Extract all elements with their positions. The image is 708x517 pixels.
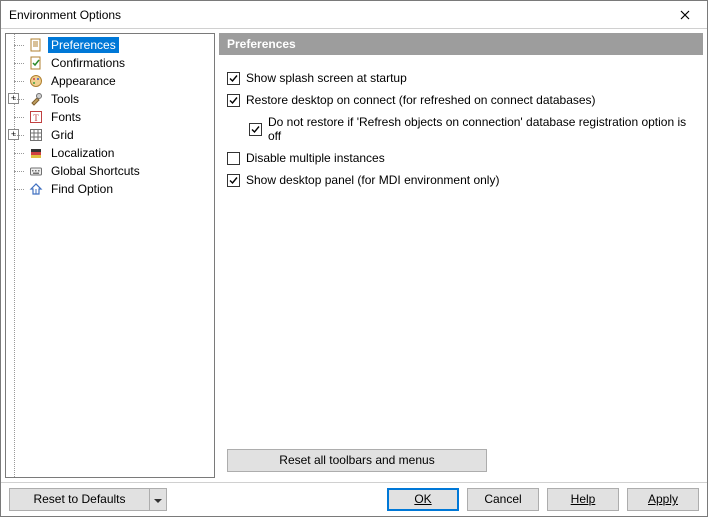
tree-item-grid[interactable]: +Grid [6,126,214,144]
options-area: Show splash screen at startup Restore des… [219,55,703,449]
keyboard-icon [28,163,44,179]
palette-icon [28,73,44,89]
tree-item-tools[interactable]: +Tools [6,90,214,108]
option-row: Show splash screen at startup [227,71,695,85]
tree-item-localization[interactable]: +Localization [6,144,214,162]
checkbox[interactable] [227,72,240,85]
tools-icon [28,91,44,107]
find-icon [28,181,44,197]
checkbox[interactable] [249,123,262,136]
font-icon: T [28,109,44,125]
tree-item-global-shortcuts[interactable]: +Global Shortcuts [6,162,214,180]
content-header: Preferences [219,33,703,55]
reset-toolbars-row: Reset all toolbars and menus [219,449,703,478]
checkbox[interactable] [227,174,240,187]
checkbox[interactable] [227,94,240,107]
tree-item-preferences[interactable]: +Preferences [6,36,214,54]
tree-item-label: Global Shortcuts [48,163,143,179]
tree-item-label: Grid [48,127,77,143]
reset-defaults-split-button[interactable]: Reset to Defaults [9,488,167,511]
tree-item-label: Confirmations [48,55,128,71]
option-label: Do not restore if 'Refresh objects on co… [268,115,695,143]
environment-options-dialog: Environment Options +Preferences+Confirm… [0,0,708,517]
cancel-button[interactable]: Cancel [467,488,539,511]
ok-button[interactable]: OK [387,488,459,511]
tree-item-label: Fonts [48,109,84,125]
svg-text:T: T [33,113,39,123]
dialog-footer: Reset to Defaults OK Cancel Help Apply [1,482,707,516]
help-button[interactable]: Help [547,488,619,511]
option-label: Disable multiple instances [246,151,385,165]
option-label: Show desktop panel (for MDI environment … [246,173,499,187]
close-icon [680,7,690,23]
tree-item-label: Find Option [48,181,116,197]
option-row: Do not restore if 'Refresh objects on co… [227,115,695,143]
tree-item-find-option[interactable]: +Find Option [6,180,214,198]
nav-tree[interactable]: +Preferences+Confirmations+Appearance+To… [5,33,215,478]
tree-item-appearance[interactable]: +Appearance [6,72,214,90]
tree-item-label: Appearance [48,73,119,89]
close-button[interactable] [669,4,701,26]
content-pane: Preferences Show splash screen at startu… [219,33,703,478]
tree-item-label: Tools [48,91,82,107]
reset-defaults-dropdown[interactable] [149,488,167,511]
window-title: Environment Options [9,8,669,22]
grid-icon [28,127,44,143]
tree-item-label: Localization [48,145,117,161]
page-check-icon [28,55,44,71]
page-icon [28,37,44,53]
option-row: Restore desktop on connect (for refreshe… [227,93,695,107]
reset-toolbars-button[interactable]: Reset all toolbars and menus [227,449,487,472]
chevron-down-icon [154,493,162,507]
option-row: Show desktop panel (for MDI environment … [227,173,695,187]
tree-item-label: Preferences [48,37,119,53]
checkbox[interactable] [227,152,240,165]
dialog-body: +Preferences+Confirmations+Appearance+To… [1,29,707,482]
apply-button[interactable]: Apply [627,488,699,511]
tree-item-fonts[interactable]: +TFonts [6,108,214,126]
flag-icon [28,145,44,161]
option-label: Restore desktop on connect (for refreshe… [246,93,596,107]
tree-item-confirmations[interactable]: +Confirmations [6,54,214,72]
option-label: Show splash screen at startup [246,71,407,85]
titlebar: Environment Options [1,1,707,29]
option-row: Disable multiple instances [227,151,695,165]
reset-defaults-button[interactable]: Reset to Defaults [9,488,149,511]
